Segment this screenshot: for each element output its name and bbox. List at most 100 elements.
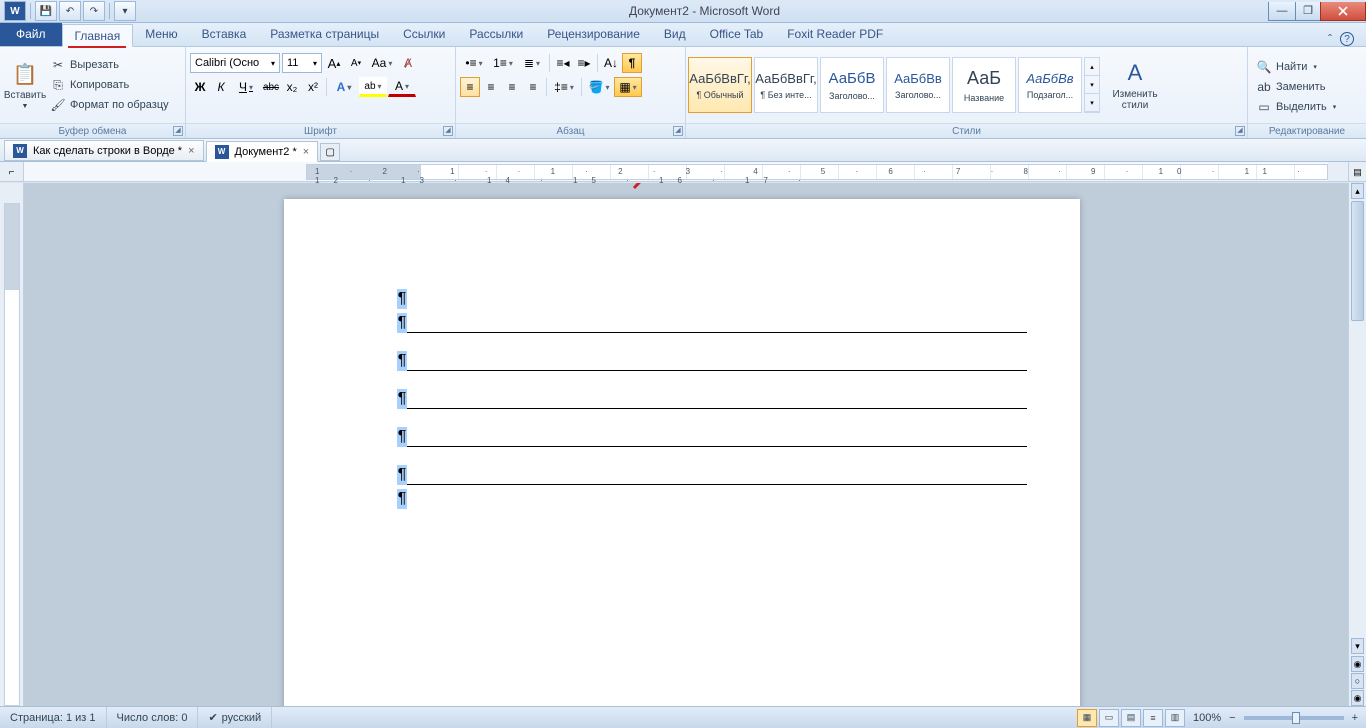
borders-button[interactable]: ▦ [614,77,642,97]
style-heading2[interactable]: АаБбВвЗаголово... [886,57,950,113]
status-page[interactable]: Страница: 1 из 1 [0,707,107,728]
find-button[interactable]: 🔍Найти▾ [1252,58,1340,76]
doc-tab-1[interactable]: W Как сделать строки в Ворде * × [4,140,204,161]
minimize-ribbon-icon[interactable]: ˆ [1328,32,1332,46]
styles-dialog-launcher[interactable]: ◢ [1235,126,1245,136]
show-marks-button[interactable]: ¶ [622,53,642,73]
close-tab-icon[interactable]: × [303,146,309,158]
font-dialog-launcher[interactable]: ◢ [443,126,453,136]
style-normal[interactable]: АаБбВвГг,¶ Обычный [688,57,752,113]
strikethrough-button[interactable]: abc [261,77,281,97]
zoom-out-button[interactable]: − [1229,712,1235,724]
numbering-button[interactable]: 1≡ [489,53,517,73]
select-button[interactable]: ▭Выделить▾ [1252,98,1340,116]
clipboard-dialog-launcher[interactable]: ◢ [173,126,183,136]
vertical-scrollbar[interactable]: ▴ ▾ ◉ ○ ◉ [1348,183,1366,706]
group-font: Calibri (Осно▾ 11▾ A▴ A▾ Aa Ⱥ Ж К Ч abc … [186,47,456,138]
highlight-button[interactable]: ab [359,77,387,97]
file-tab[interactable]: Файл [0,23,62,46]
tab-foxit[interactable]: Foxit Reader PDF [775,23,895,46]
grow-font-button[interactable]: A▴ [324,53,344,73]
browse-object-icon[interactable]: ○ [1351,673,1364,689]
clear-formatting-button[interactable]: Ⱥ [398,53,418,73]
tab-insert[interactable]: Вставка [190,23,259,46]
font-size-combo[interactable]: 11▾ [282,53,322,73]
align-left-button[interactable]: ≡ [460,77,480,97]
tab-view[interactable]: Вид [652,23,698,46]
multilevel-button[interactable]: ≣ [518,53,546,73]
style-no-spacing[interactable]: АаБбВвГг,¶ Без инте... [754,57,818,113]
scroll-up-icon[interactable]: ▴ [1351,183,1364,199]
change-styles-button[interactable]: A Изменить стили [1106,57,1164,113]
close-tab-icon[interactable]: × [188,145,194,157]
tab-review[interactable]: Рецензирование [535,23,652,46]
vertical-ruler[interactable] [0,183,24,706]
cut-button[interactable]: ✂Вырезать [46,56,173,74]
tab-office-tab[interactable]: Office Tab [698,23,776,46]
style-subtitle[interactable]: АаБбВвПодзагол... [1018,57,1082,113]
copy-button[interactable]: ⎘Копировать [46,76,173,94]
maximize-button[interactable]: ❐ [1295,2,1321,21]
undo-icon[interactable]: ↶ [59,1,81,21]
bold-button[interactable]: Ж [190,77,210,97]
paste-button[interactable]: 📋 Вставить ▼ [4,49,46,121]
doc-tab-2[interactable]: W Документ2 * × [206,141,319,162]
zoom-in-button[interactable]: + [1352,712,1358,724]
underline-button[interactable]: Ч [232,77,260,97]
tab-menu[interactable]: Меню [133,23,189,46]
scroll-down-icon[interactable]: ▾ [1351,638,1364,654]
tab-page-layout[interactable]: Разметка страницы [258,23,391,46]
line-spacing-button[interactable]: ‡≡ [550,77,578,97]
paragraph-dialog-launcher[interactable]: ◢ [673,126,683,136]
help-icon[interactable]: ? [1340,32,1354,46]
view-draft[interactable]: ▥ [1165,709,1185,727]
page[interactable]: ¶ ¶ ¶ ¶ ¶ ¶ ¶ [284,199,1080,706]
qat-customize-icon[interactable]: ▾ [114,1,136,21]
justify-button[interactable]: ≡ [523,77,543,97]
style-title[interactable]: АаБНазвание [952,57,1016,113]
close-button[interactable] [1320,2,1366,21]
italic-button[interactable]: К [211,77,231,97]
prev-page-icon[interactable]: ◉ [1351,656,1364,672]
tab-mailings[interactable]: Рассылки [457,23,535,46]
new-tab-button[interactable]: ▢ [320,143,340,161]
view-outline[interactable]: ≡ [1143,709,1163,727]
font-name-combo[interactable]: Calibri (Осно▾ [190,53,280,73]
status-language[interactable]: ✔русский [198,707,272,728]
tab-references[interactable]: Ссылки [391,23,457,46]
view-full-screen[interactable]: ▭ [1099,709,1119,727]
increase-indent-button[interactable]: ≡▸ [574,53,594,73]
zoom-slider[interactable] [1244,716,1344,720]
tab-selector[interactable]: ⌐ [0,162,24,182]
superscript-button[interactable]: x² [303,77,323,97]
shrink-font-button[interactable]: A▾ [346,53,366,73]
minimize-button[interactable]: — [1268,2,1296,21]
align-right-button[interactable]: ≡ [502,77,522,97]
bullets-button[interactable]: •≡ [460,53,488,73]
style-heading1[interactable]: АаБбВЗаголово... [820,57,884,113]
redo-icon[interactable]: ↷ [83,1,105,21]
decrease-indent-button[interactable]: ≡◂ [553,53,573,73]
align-center-button[interactable]: ≡ [481,77,501,97]
view-web[interactable]: ▤ [1121,709,1141,727]
text-effects-button[interactable]: A [330,77,358,97]
status-word-count[interactable]: Число слов: 0 [107,707,199,728]
document-viewport[interactable]: ¶ ¶ ¶ ¶ ¶ ¶ ¶ [24,183,1348,706]
change-case-button[interactable]: Aa [368,53,396,73]
sort-button[interactable]: A↓ [601,53,621,73]
view-print-layout[interactable]: ▦ [1077,709,1097,727]
horizontal-ruler[interactable]: 1 · 2 · 1 · · 1 · 2 · 3 · 4 · 5 · 6 · 7 … [24,162,1328,181]
word-icon[interactable]: W [4,1,26,21]
ruler-toggle-button[interactable]: ▤ [1348,162,1366,182]
subscript-button[interactable]: x₂ [282,77,302,97]
format-painter-button[interactable]: 🖌Формат по образцу [46,96,173,114]
save-icon[interactable]: 💾 [35,1,57,21]
font-color-button[interactable]: A [388,77,416,97]
scrollbar-thumb[interactable] [1351,201,1364,321]
shading-button[interactable]: 🪣 [585,77,613,97]
zoom-level[interactable]: 100% [1193,712,1221,724]
styles-more[interactable]: ▴▾▾ [1084,57,1100,113]
replace-button[interactable]: abЗаменить [1252,78,1340,96]
tab-home[interactable]: Главная [62,24,134,47]
next-page-icon[interactable]: ◉ [1351,690,1364,706]
